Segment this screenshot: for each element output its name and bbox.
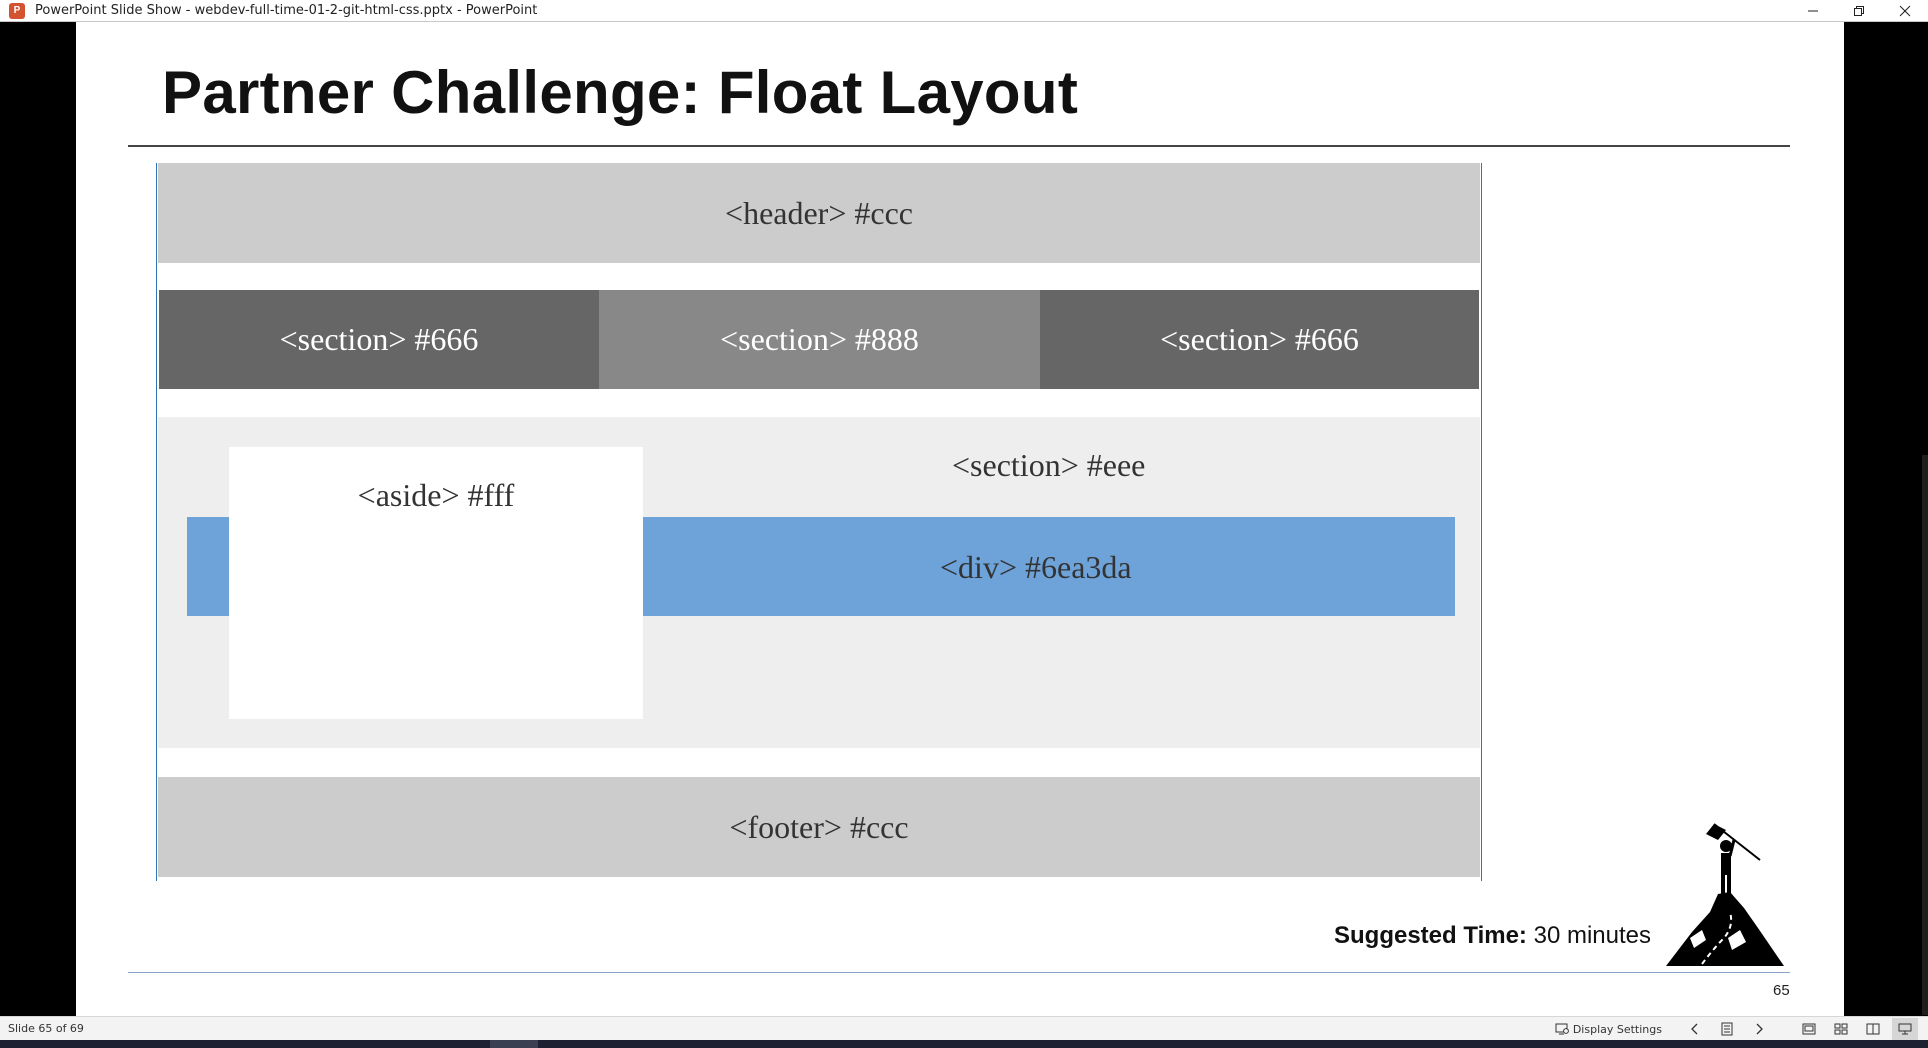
status-bar-controls: Display Settings	[1555, 1017, 1918, 1041]
next-icon	[1756, 1023, 1763, 1035]
previous-icon	[1691, 1023, 1698, 1035]
status-bar: Slide 65 of 69 Display Settings	[0, 1016, 1928, 1040]
climber-flag-icon	[1666, 823, 1784, 966]
taskbar-active-item[interactable]	[490, 1040, 538, 1048]
minimize-icon	[1808, 10, 1818, 12]
slide-menu-icon	[1721, 1022, 1733, 1036]
slide-canvas[interactable]: Partner Challenge: Float Layout <header>…	[76, 22, 1844, 1016]
slide-count: Slide 65 of 69	[8, 1022, 84, 1035]
window-edge	[1922, 455, 1928, 1015]
section-middle-block: <section> #888	[599, 290, 1040, 389]
section-left-block: <section> #666	[159, 290, 599, 389]
restore-button[interactable]	[1836, 0, 1882, 22]
section-right-block: <section> #666	[1040, 290, 1479, 389]
close-button[interactable]	[1882, 0, 1928, 22]
slide-sorter-button[interactable]	[1828, 1018, 1854, 1040]
footer-block: <footer> #ccc	[158, 777, 1480, 877]
restore-icon	[1854, 6, 1864, 16]
powerpoint-app-icon[interactable]: P	[9, 2, 25, 19]
reading-view-button[interactable]	[1860, 1018, 1886, 1040]
window-titlebar: P PowerPoint Slide Show - webdev-full-ti…	[0, 0, 1928, 22]
bottom-divider	[128, 972, 1790, 973]
slide-sorter-icon	[1834, 1023, 1848, 1035]
slide-page-number: 65	[1773, 982, 1790, 999]
window-title: PowerPoint Slide Show - webdev-full-time…	[35, 3, 538, 18]
normal-view-button[interactable]	[1796, 1018, 1822, 1040]
display-settings-button[interactable]: Display Settings	[1555, 1023, 1662, 1036]
slide-show-icon	[1898, 1023, 1912, 1035]
next-slide-button[interactable]	[1746, 1018, 1772, 1040]
display-settings-label: Display Settings	[1572, 1022, 1662, 1036]
slide-show-button[interactable]	[1892, 1018, 1918, 1040]
title-divider	[128, 145, 1790, 147]
minimize-button[interactable]	[1790, 0, 1836, 22]
reading-view-icon	[1866, 1023, 1880, 1035]
slide-title: Partner Challenge: Float Layout	[162, 59, 1079, 126]
window-controls	[1790, 0, 1928, 22]
main-section-label: <section> #eee	[952, 447, 1146, 483]
float-layout-diagram: <header> #ccc <section> #666 <section> #…	[156, 163, 1482, 881]
aside-block: <aside> #fff	[229, 447, 643, 719]
suggested-time-label: Suggested Time:	[1334, 922, 1527, 949]
div-block-label: <div> #6ea3da	[940, 549, 1132, 585]
display-settings-icon	[1555, 1023, 1569, 1035]
suggested-time-value: 30 minutes	[1533, 922, 1652, 949]
header-block: <header> #ccc	[158, 163, 1480, 263]
normal-view-icon	[1802, 1023, 1816, 1035]
aside-block-label: <aside> #fff	[357, 477, 515, 513]
slide-menu-button[interactable]	[1714, 1018, 1740, 1040]
taskbar-strip	[0, 1040, 1928, 1048]
suggested-time: Suggested Time: 30 minutes	[1334, 922, 1651, 950]
close-icon	[1899, 5, 1911, 17]
previous-slide-button[interactable]	[1682, 1018, 1708, 1040]
